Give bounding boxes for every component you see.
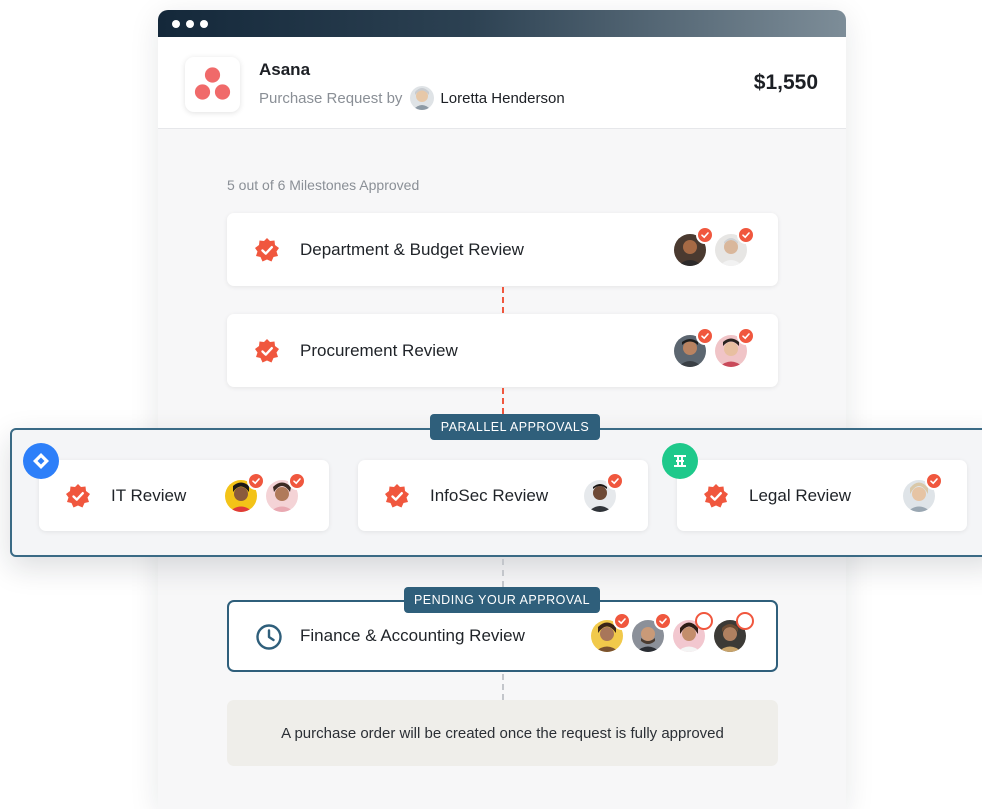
review-label: Finance & Accounting Review (300, 626, 525, 645)
approved-badge-icon (254, 237, 280, 268)
approved-check-icon (737, 225, 755, 244)
window-dot-icon[interactable] (200, 19, 208, 28)
approved-check-icon (654, 612, 672, 630)
approver-avatars (901, 471, 943, 514)
asana-logo-tile (185, 57, 240, 112)
approver-avatars (582, 471, 624, 514)
approver-avatars (223, 471, 306, 514)
pending-approval-label: PENDING YOUR APPROVAL (404, 587, 600, 613)
review-label: IT Review (111, 485, 187, 505)
purchase-order-note: A purchase order will be created once th… (227, 700, 778, 766)
approved-check-icon (288, 471, 306, 490)
ironclad-icon[interactable] (662, 443, 698, 479)
parallel-review-card[interactable]: Legal Review (677, 460, 967, 531)
flow-connector (502, 674, 504, 700)
approved-badge-icon (254, 338, 280, 369)
subtitle-prefix: Purchase Request by (259, 89, 403, 107)
stage: Asana Purchase Request by Loretta Hender… (0, 0, 982, 809)
approved-check-icon (696, 326, 714, 345)
approved-check-icon (737, 326, 755, 345)
milestone-progress: 5 out of 6 Milestones Approved (227, 177, 420, 193)
flow-connector (502, 287, 504, 313)
approved-badge-icon (65, 483, 91, 514)
pending-status-icon (736, 612, 754, 630)
request-subtitle: Purchase Request by Loretta Henderson (259, 86, 565, 110)
parallel-approvals-group: IT Review InfoSec Review Legal Review (10, 428, 982, 557)
window-dot-icon[interactable] (172, 19, 180, 28)
vendor-name: Asana (259, 60, 311, 79)
request-header: Asana Purchase Request by Loretta Hender… (158, 37, 846, 129)
approver-avatars (589, 612, 754, 654)
milestone-card[interactable]: Department & Budget Review (227, 213, 778, 286)
review-label: Legal Review (749, 485, 852, 505)
approved-badge-icon (703, 483, 729, 514)
flow-connector (502, 559, 504, 587)
requester-avatar (410, 86, 435, 110)
clock-icon (255, 623, 283, 656)
milestone-card[interactable]: Procurement Review (227, 314, 778, 387)
review-label: InfoSec Review (430, 485, 549, 505)
request-amount: $1,550 (753, 71, 818, 94)
parallel-review-card[interactable]: IT Review (39, 460, 329, 531)
approved-badge-icon (384, 483, 410, 514)
requester-name[interactable]: Loretta Henderson (440, 90, 564, 107)
parallel-approvals-label: PARALLEL APPROVALS (430, 414, 600, 440)
approved-check-icon (613, 612, 631, 630)
approved-check-icon (606, 471, 624, 490)
approver-avatars (672, 326, 755, 369)
jira-icon[interactable] (23, 443, 59, 479)
approver-avatars (672, 225, 755, 268)
pending-status-icon (695, 612, 713, 630)
asana-logo-icon (194, 67, 231, 100)
milestone-label: Procurement Review (300, 340, 458, 360)
window-dot-icon[interactable] (186, 19, 194, 28)
milestone-label: Department & Budget Review (300, 239, 524, 259)
window-titlebar (158, 10, 846, 37)
approved-check-icon (925, 471, 943, 490)
approved-check-icon (696, 225, 714, 244)
approved-check-icon (247, 471, 265, 490)
parallel-review-card[interactable]: InfoSec Review (358, 460, 648, 531)
flow-connector (502, 388, 504, 414)
